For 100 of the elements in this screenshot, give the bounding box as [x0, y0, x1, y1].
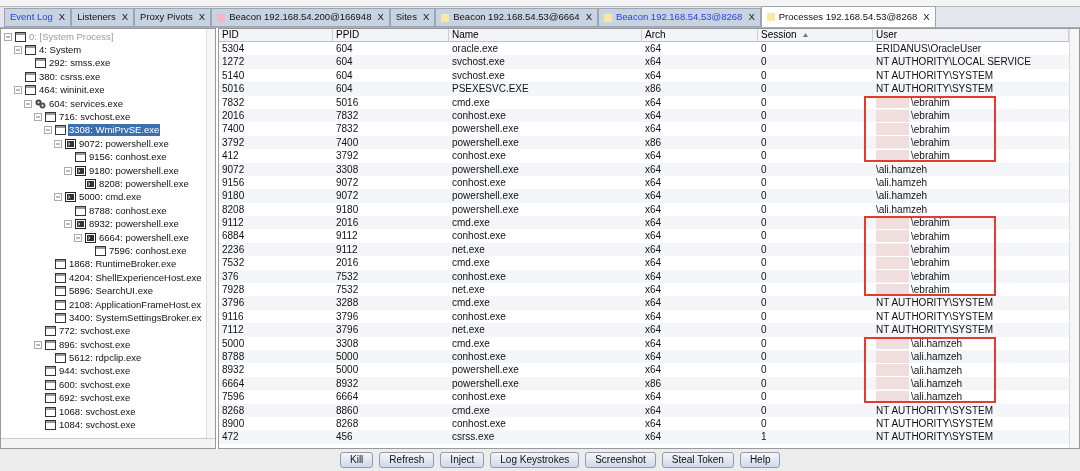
collapse-icon[interactable] — [14, 46, 22, 55]
close-tab-button[interactable]: X — [422, 10, 430, 25]
action-button[interactable]: Kill — [340, 452, 374, 468]
table-cell-text: 2016 — [335, 256, 360, 270]
process-node[interactable]: 716: svchost.exe — [58, 111, 132, 124]
table-cell-text: \ebrahim — [910, 149, 951, 163]
table-cell-text: conhost.exe — [451, 309, 507, 324]
process-node[interactable]: 8208: powershell.exe — [98, 178, 190, 190]
tab[interactable]: Listeners X — [71, 8, 135, 27]
tab[interactable]: Proxy Pivots X — [134, 8, 212, 27]
close-tab-button[interactable]: X — [377, 10, 384, 25]
process-node[interactable]: 380: csrss.exe — [38, 70, 102, 83]
process-node[interactable]: 7596: conhost.exe — [108, 244, 188, 257]
process-node[interactable]: 9156: conhost.exe — [88, 151, 168, 164]
action-button[interactable]: Steal Token — [661, 452, 734, 468]
table-cell-text: x64 — [644, 42, 663, 56]
table-cell-text: 6664 — [335, 390, 360, 404]
tab[interactable]: Sites X — [389, 8, 436, 27]
window-icon — [45, 326, 56, 337]
table-cell-text: 8788 — [221, 350, 246, 364]
collapse-icon[interactable] — [64, 166, 72, 175]
collapse-icon[interactable] — [74, 233, 82, 242]
process-node[interactable]: 4: System — [38, 44, 83, 57]
collapse-icon[interactable] — [44, 126, 52, 135]
window-icon — [45, 393, 56, 404]
table-cell-text: powershell.exe — [451, 189, 520, 203]
collapse-icon[interactable] — [14, 86, 22, 95]
column-header[interactable]: Session — [758, 29, 873, 41]
collapse-icon[interactable] — [54, 139, 62, 148]
table-cell-text: 0 — [760, 175, 768, 190]
process-node[interactable]: 1084: svchost.exe — [58, 419, 137, 431]
table-cell-text: 9112 — [335, 229, 359, 243]
collapse-icon[interactable] — [54, 193, 62, 202]
collapse-icon[interactable] — [34, 113, 42, 122]
column-header[interactable]: PID — [219, 29, 333, 41]
collapse-icon[interactable] — [34, 340, 42, 349]
table-cell-text: net.exe — [451, 283, 486, 297]
table-cell-text: x64 — [644, 416, 663, 431]
table-cell-text: \ali.hamzeh — [875, 175, 929, 190]
close-tab-button[interactable]: X — [585, 10, 592, 25]
column-header[interactable]: Arch — [642, 29, 758, 41]
process-node[interactable]: 4204: ShellExperienceHost.exe — [68, 271, 203, 284]
tab[interactable]: Beacon 192.168.54.53@6664 X — [435, 8, 598, 27]
process-node[interactable]: 3400: SystemSettingsBroker.ex — [68, 311, 203, 324]
process-node[interactable]: 5612: rdpclip.exe — [68, 352, 143, 365]
column-header[interactable]: Name — [449, 29, 642, 41]
horizontal-scrollbar[interactable] — [1, 438, 215, 448]
window-icon — [55, 312, 66, 323]
collapse-icon[interactable] — [4, 32, 12, 41]
close-tab-button[interactable]: X — [748, 10, 755, 25]
tab-label: Processes 192.168.54.53@8268 — [778, 9, 918, 24]
column-header[interactable]: PPID — [333, 29, 449, 41]
process-node[interactable]: 464: wininit.exe — [38, 84, 106, 97]
process-node[interactable]: 292: smss.exe — [48, 57, 112, 70]
close-tab-button[interactable]: X — [121, 10, 129, 25]
process-node[interactable]: 944: svchost.exe — [58, 365, 132, 378]
table-cell-text: 0 — [760, 269, 768, 284]
process-node[interactable]: 896: svchost.exe — [58, 338, 132, 351]
action-button[interactable]: Refresh — [379, 452, 435, 468]
process-node[interactable]: 9180: powershell.exe — [88, 164, 180, 177]
action-button[interactable]: Screenshot — [585, 452, 656, 468]
process-node[interactable]: 5896: SearchUI.exe — [68, 285, 154, 298]
tab[interactable]: Processes 192.168.54.53@8268 X — [760, 6, 936, 27]
collapse-icon[interactable] — [64, 220, 72, 229]
process-node[interactable]: 5000: cmd.exe — [78, 191, 143, 204]
process-node[interactable]: 692: svchost.exe — [58, 392, 132, 405]
process-node[interactable]: 772: svchost.exe — [58, 325, 132, 338]
close-tab-button[interactable]: X — [58, 10, 66, 25]
close-tab-button[interactable]: X — [198, 10, 206, 25]
action-button[interactable]: Log Keystrokes — [490, 452, 580, 468]
process-node[interactable]: 600: svchost.exe — [58, 378, 132, 391]
action-button[interactable]: Help — [739, 452, 781, 468]
table-cell-text: x64 — [644, 363, 663, 377]
window-icon — [45, 339, 56, 350]
process-node[interactable]: 1868: RuntimeBroker.exe — [68, 258, 178, 271]
close-tab-button[interactable]: X — [923, 9, 930, 25]
table-cell-text: ERIDANUS\OracleUser — [875, 42, 983, 56]
vertical-scrollbar[interactable] — [206, 29, 215, 438]
process-node[interactable]: 6664: powershell.exe — [98, 231, 190, 244]
table-cell-text: x64 — [644, 202, 663, 217]
tab-label: Listeners — [77, 10, 116, 25]
process-node[interactable]: 3308: WmiPrvSE.exe — [68, 124, 161, 137]
gears-icon — [35, 98, 46, 109]
table-cell-text: NT AUTHORITY\SYSTEM — [875, 82, 995, 96]
action-button[interactable]: Inject — [440, 452, 485, 468]
tab[interactable]: Event Log X — [4, 8, 72, 27]
process-node[interactable]: 604: services.exe — [48, 97, 124, 110]
collapse-icon[interactable] — [24, 99, 32, 108]
process-node[interactable]: 8788: conhost.exe — [88, 204, 168, 217]
vertical-scrollbar[interactable] — [1069, 29, 1079, 448]
table-cell-text: \ali.hamzeh — [910, 350, 964, 364]
tab[interactable]: Beacon 192.168.54.200@166948 X — [211, 8, 390, 27]
process-node[interactable]: 8932: powershell.exe — [88, 218, 180, 231]
table-cell-text: 8932 — [335, 376, 360, 391]
table-cell-text: 9156 — [221, 175, 246, 190]
process-node[interactable]: 9072: powershell.exe — [78, 137, 170, 150]
process-node[interactable]: 2108: ApplicationFrameHost.ex — [68, 298, 203, 311]
tab[interactable]: Beacon 192.168.54.53@8268 X — [598, 8, 761, 27]
process-node[interactable]: 1068: svchost.exe — [58, 405, 137, 418]
table-cell-text: 5304 — [221, 42, 246, 56]
